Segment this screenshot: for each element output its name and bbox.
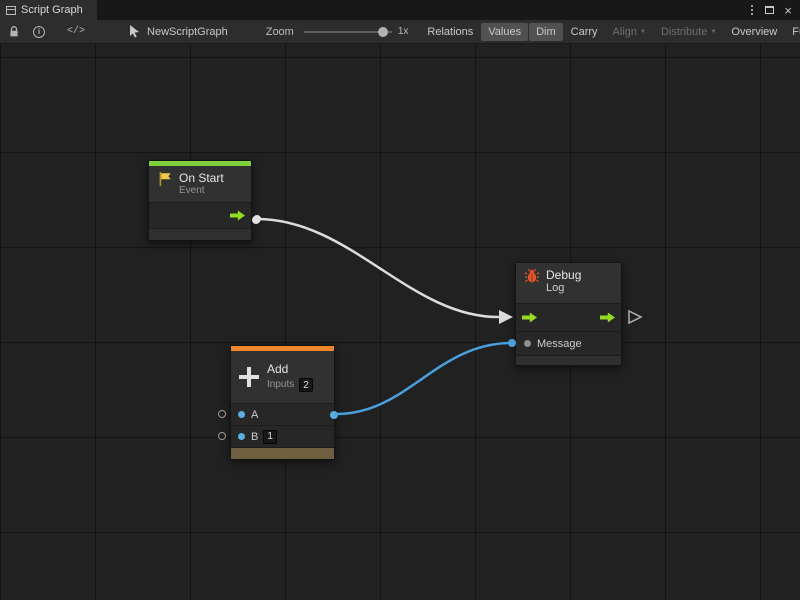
flow-connection-arrowhead	[499, 310, 513, 324]
flag-icon	[157, 171, 173, 187]
add-header: Add Inputs 2	[231, 351, 334, 403]
graph-toolbar: i </> NewScriptGraph Zoom 1x Relations V…	[0, 20, 800, 44]
on-start-header: On Start Event	[149, 166, 251, 202]
message-port-label: Message	[537, 338, 582, 350]
tab-script-graph[interactable]: Script Graph	[0, 0, 97, 20]
node-title: On Start	[179, 171, 224, 185]
relations-label: Relations	[427, 26, 473, 38]
flow-input-port[interactable]	[522, 312, 537, 324]
flow-output-port[interactable]	[230, 210, 245, 222]
value-connection[interactable]	[336, 343, 512, 414]
port-b-input[interactable]	[238, 433, 245, 440]
port-b-row: B 1	[231, 425, 334, 447]
node-footer	[231, 447, 334, 459]
tab-title: Script Graph	[21, 4, 83, 16]
fullscreen-label: Full Sc	[792, 26, 800, 38]
chevron-down-icon: ▼	[640, 29, 646, 35]
maximize-icon[interactable]	[765, 6, 774, 14]
connections-layer	[0, 44, 800, 600]
dim-button[interactable]: Dim	[529, 23, 563, 41]
message-input-port[interactable]	[524, 340, 531, 347]
graph-tab-icon	[6, 6, 16, 15]
flow-output-port[interactable]	[600, 312, 615, 324]
zoom-label: Zoom	[266, 26, 294, 38]
chevron-down-icon: ▼	[710, 29, 716, 35]
flow-continuation-arrow-icon	[629, 311, 641, 323]
zoom-slider[interactable]	[304, 26, 392, 38]
inputs-count-field[interactable]: 2	[299, 378, 313, 392]
node-add[interactable]: Add Inputs 2 A B 1	[230, 345, 335, 460]
fullscreen-button[interactable]: Full Sc	[785, 23, 800, 41]
flow-output-connection-dot[interactable]	[252, 216, 260, 224]
zoom-slider-knob[interactable]	[378, 27, 388, 37]
port-a-row: A	[231, 403, 334, 425]
graph-pointer-icon	[129, 25, 141, 38]
align-button[interactable]: Align▼	[606, 23, 653, 41]
values-label: Values	[488, 26, 521, 38]
code-icon[interactable]: </>	[67, 26, 85, 37]
relations-button[interactable]: Relations	[420, 23, 480, 41]
breadcrumb-graph-name[interactable]: NewScriptGraph	[147, 26, 228, 38]
title-bar: Script Graph ×	[0, 0, 800, 20]
node-debug-log[interactable]: Debug Log Message	[515, 262, 622, 366]
debug-log-header: Debug Log	[516, 263, 621, 303]
overview-label: Overview	[731, 26, 777, 38]
node-footer	[149, 228, 251, 240]
port-b-connection-ring[interactable]	[218, 432, 226, 440]
distribute-button[interactable]: Distribute▼	[654, 23, 723, 41]
script-graph-window: Script Graph × i </> NewScriptGraph Zoom	[0, 0, 800, 600]
message-port-row: Message	[516, 331, 621, 355]
carry-label: Carry	[571, 26, 598, 38]
info-icon[interactable]: i	[33, 26, 45, 38]
node-title: Add	[267, 362, 313, 376]
flow-connection[interactable]	[257, 219, 498, 317]
zoom-value: 1x	[398, 26, 409, 37]
values-button[interactable]: Values	[481, 23, 528, 41]
port-a-input[interactable]	[238, 411, 245, 418]
lock-icon[interactable]	[8, 25, 20, 38]
carry-button[interactable]: Carry	[564, 23, 605, 41]
align-label: Align	[613, 26, 637, 38]
flow-output-row	[149, 202, 251, 228]
port-b-value-field[interactable]: 1	[263, 430, 277, 444]
flow-row	[516, 303, 621, 331]
dim-label: Dim	[536, 26, 556, 38]
plus-icon	[239, 367, 259, 387]
sum-output-port[interactable]	[330, 411, 338, 419]
overview-button[interactable]: Overview	[724, 23, 784, 41]
port-b-label: B	[251, 431, 258, 443]
node-subtitle: Event	[179, 185, 224, 197]
node-footer	[516, 355, 621, 365]
distribute-label: Distribute	[661, 26, 707, 38]
port-a-connection-ring[interactable]	[218, 410, 226, 418]
graph-canvas[interactable]: On Start Event	[0, 44, 800, 600]
window-menu-icon[interactable]	[749, 3, 755, 17]
node-title: Debug	[546, 268, 581, 282]
window-controls: ×	[749, 0, 800, 20]
inputs-label: Inputs	[267, 379, 294, 391]
port-a-label: A	[251, 409, 258, 421]
close-icon[interactable]: ×	[784, 4, 792, 17]
toolbar-buttons: Relations Values Dim Carry Align▼ Distri…	[420, 20, 800, 43]
node-subtitle: Log	[546, 282, 581, 294]
bug-icon	[524, 268, 540, 284]
node-on-start[interactable]: On Start Event	[148, 160, 252, 241]
